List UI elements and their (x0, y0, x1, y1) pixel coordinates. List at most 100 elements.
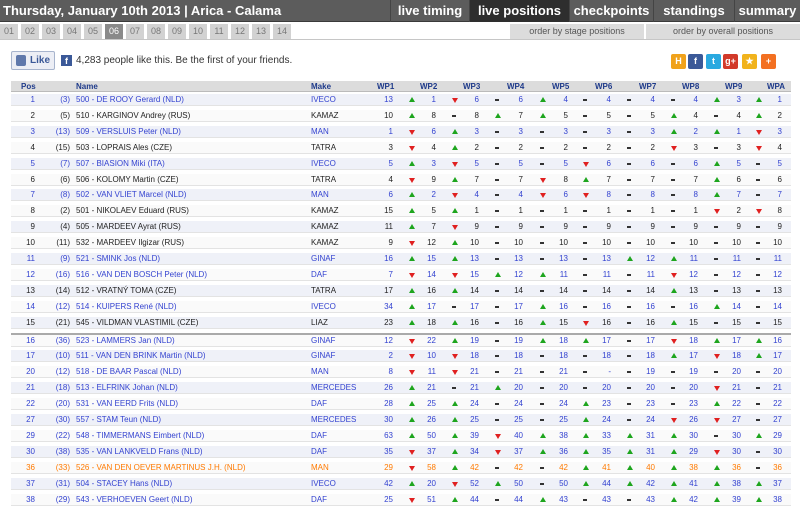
tab-live-timing[interactable]: live timing (390, 0, 469, 22)
hyves-icon[interactable]: H (671, 54, 686, 69)
stage-tab-03[interactable]: 03 (42, 24, 60, 39)
table-row[interactable]: 13 (14) 512 - VRATNÝ TOMA (CZE) TATRA 17 16 14… (11, 284, 791, 297)
stage-tab-11[interactable]: 11 (210, 24, 228, 39)
order-by-overall-button[interactable]: order by overall positions (646, 24, 800, 39)
no-change-icon (495, 355, 499, 358)
column-header-wp3[interactable]: WP3 (463, 82, 480, 91)
no-change-icon (671, 162, 675, 165)
stage-tab-07[interactable]: 07 (126, 24, 144, 39)
tab-live-positions[interactable]: live positions (469, 0, 569, 22)
column-header-wpa[interactable]: WPA (767, 82, 785, 91)
stage-tab-01[interactable]: 01 (0, 24, 18, 39)
tab-summary[interactable]: summary (734, 0, 800, 22)
stage-tab-04[interactable]: 04 (63, 24, 81, 39)
table-row[interactable]: 36 (33) 526 - VAN DEN OEVER MARTINUS J.H. … (11, 461, 791, 474)
waypoint-cell-wp1: 63 (384, 430, 393, 440)
table-row[interactable]: 22 (20) 531 - VAN EERD Frits (NLD) DAF 28 25 2… (11, 398, 791, 411)
no-change-icon (540, 482, 544, 485)
column-header-make[interactable]: Make (311, 82, 331, 91)
down-arrow-icon (409, 338, 415, 344)
stage-tab-14[interactable]: 14 (273, 24, 291, 39)
table-row[interactable]: 30 (38) 535 - VAN LANKVELD Frans (NLD) DAF 3… (11, 445, 791, 458)
table-row[interactable]: 14 (12) 514 - KUIPERS René (NLD) IVECO 34 17 1… (11, 300, 791, 313)
column-header-wp9[interactable]: WP9 (725, 82, 742, 91)
make-cell: MERCEDES (311, 383, 357, 393)
table-row[interactable]: 11 (9) 521 - SMINK Jos (NLD) GINAF 16 15 13 13 1… (11, 253, 791, 265)
stage-tab-10[interactable]: 10 (189, 24, 207, 39)
previous-position-cell: (29) (55, 494, 70, 504)
table-row[interactable]: 2 (5) 510 - KARGINOV Andrey (RUS) KAMAZ 10 8 8… (11, 109, 791, 122)
table-row[interactable]: 4 (15) 503 - LOPRAIS Ales (CZE) TATRA 3 4 2 2 2 2… (11, 141, 791, 154)
column-header-wp7[interactable]: WP7 (639, 82, 656, 91)
google-plus-icon[interactable]: g+ (723, 54, 738, 69)
column-header-wp5[interactable]: WP5 (552, 82, 569, 91)
add-icon[interactable]: + (761, 54, 776, 69)
no-change-icon (714, 146, 718, 149)
tab-standings[interactable]: standings (653, 0, 734, 22)
no-change-icon (495, 178, 499, 181)
table-row[interactable]: 15 (21) 545 - VILDMAN VLASTIMIL (CZE) LIAZ 2… (11, 316, 791, 329)
up-arrow-icon (714, 128, 720, 134)
down-arrow-icon (671, 145, 677, 151)
table-row[interactable]: 16 (36) 523 - LAMMERS Jan (NLD) GINAF 12 22 19… (11, 334, 791, 347)
waypoint-cell-wp7: 2 (650, 142, 655, 152)
order-by-stage-button[interactable]: order by stage positions (510, 24, 644, 39)
up-arrow-icon (452, 337, 458, 343)
column-header-wp8[interactable]: WP8 (682, 82, 699, 91)
table-row[interactable]: 38 (29) 543 - VERHOEVEN Geert (NLD) DAF 25 51… (11, 493, 791, 506)
driver-name-cell: 516 - VAN DEN BOSCH Peter (NLD) (76, 269, 207, 279)
table-row[interactable]: 8 (2) 501 - NIKOLAEV Eduard (RUS) KAMAZ 15 5 1… (11, 205, 791, 218)
tab-checkpoints[interactable]: checkpoints (569, 0, 653, 22)
favorite-icon[interactable]: ★ (742, 54, 757, 69)
waypoint-cell-wp7: 20 (646, 383, 655, 393)
previous-position-cell: (12) (55, 301, 70, 311)
table-row[interactable]: 12 (16) 516 - VAN DEN BOSCH Peter (NLD) DAF… (11, 268, 791, 281)
table-row[interactable]: 37 (31) 504 - STACEY Hans (NLD) IVECO 42 20 52… (11, 477, 791, 490)
stage-tab-09[interactable]: 09 (168, 24, 186, 39)
waypoint-cell-wp4: 2 (518, 142, 523, 152)
up-arrow-icon (409, 287, 415, 293)
up-arrow-icon (409, 303, 415, 309)
waypoint-cell-wp5: 25 (559, 415, 568, 424)
no-change-icon (627, 289, 631, 292)
stage-tab-05[interactable]: 05 (84, 24, 102, 39)
table-row[interactable]: 17 (10) 511 - VAN DEN BRINK Martin (NLD) GI… (11, 350, 791, 363)
column-header-wp6[interactable]: WP6 (595, 82, 612, 91)
no-change-icon (627, 387, 631, 390)
stage-tab-13[interactable]: 13 (252, 24, 270, 39)
table-row[interactable]: 7 (8) 502 - VAN VLIET Marcel (NLD) MAN 6 2 4 4 6… (11, 189, 791, 202)
waypoint-cell-wp5: 21 (559, 367, 568, 377)
no-change-icon (714, 226, 718, 229)
stage-tab-12[interactable]: 12 (231, 24, 249, 39)
column-header-wp4[interactable]: WP4 (507, 82, 524, 91)
table-row[interactable]: 27 (30) 557 - STAM Teun (NLD) MERCEDES 30 26 2… (11, 414, 791, 426)
column-header-wp2[interactable]: WP2 (420, 82, 437, 91)
table-row[interactable]: 3 (13) 509 - VERSLUIS Peter (NLD) MAN 1 6 3 3 3 3… (11, 125, 791, 138)
up-arrow-icon (714, 97, 720, 102)
table-row[interactable]: 20 (12) 518 - DE BAAR Pascal (NLD) MAN 8 11 21… (11, 366, 791, 379)
table-row[interactable]: 9 (4) 505 - MARDEEV Ayrat (RUS) KAMAZ 11 7 9 9 9… (11, 221, 791, 234)
thumbs-up-icon (16, 55, 26, 66)
column-header-name[interactable]: Name (76, 82, 98, 91)
table-row[interactable]: 29 (22) 548 - TIMMERMANS Eimbert (NLD) DAF 6… (11, 429, 791, 442)
previous-position-cell: (36) (55, 335, 70, 345)
table-row[interactable]: 10 (11) 532 - MARDEEV Ilgizar (RUS) KAMAZ 9 1… (11, 237, 791, 250)
stage-tab-02[interactable]: 02 (21, 24, 39, 39)
stage-tab-08[interactable]: 08 (147, 24, 165, 39)
no-change-icon (583, 355, 587, 358)
table-row[interactable]: 6 (6) 506 - KOLOMY Martin (CZE) TATRA 4 9 7 7 8 7… (11, 173, 791, 186)
facebook-like-button[interactable]: Like (11, 51, 55, 70)
twitter-icon[interactable]: t (706, 54, 721, 69)
table-row[interactable]: 5 (7) 507 - BIASION Miki (ITA) IVECO 5 3 5 5 5 6 6… (11, 157, 791, 170)
column-header-pos[interactable]: Pos (21, 82, 36, 91)
table-row[interactable]: 21 (18) 513 - ELFRINK Johan (NLD) MERCEDES 2… (11, 382, 791, 395)
waypoint-cell-wp4: 9 (518, 222, 523, 232)
waypoint-cell-wp1: 6 (388, 190, 393, 200)
column-header-wp1[interactable]: WP1 (377, 82, 394, 91)
facebook-icon[interactable]: f (688, 54, 703, 69)
up-arrow-icon (409, 385, 415, 391)
stage-tab-06[interactable]: 06 (105, 24, 123, 39)
table-row[interactable]: 1 (3) 500 - DE ROOY Gerard (NLD) IVECO 13 1 6 6… (11, 94, 791, 106)
waypoint-cell-wp7: 16 (646, 301, 655, 311)
waypoint-cell-wp7: 5 (650, 110, 655, 120)
